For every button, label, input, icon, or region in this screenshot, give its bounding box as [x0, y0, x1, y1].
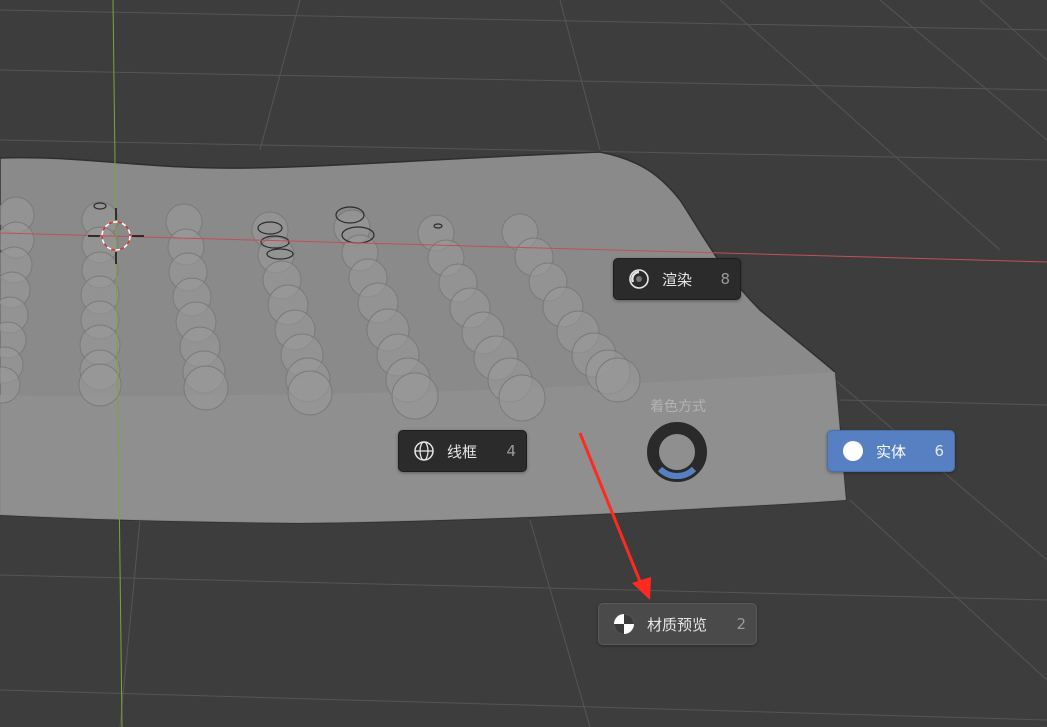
pie-item-hotkey: 4: [506, 442, 516, 460]
wireframe-globe-icon: [413, 440, 435, 462]
pie-item-label: 线框: [447, 442, 478, 461]
pie-item-material-preview[interactable]: 材质预览 2: [598, 603, 757, 645]
pie-item-label: 实体: [876, 442, 907, 461]
pie-item-hotkey: 2: [736, 615, 746, 633]
pie-item-label: 渲染: [662, 270, 693, 289]
pie-direction-ring: [647, 422, 707, 482]
pie-item-rendered[interactable]: 渲染 8: [613, 258, 741, 300]
pie-item-solid[interactable]: 实体 6: [827, 430, 955, 472]
pie-item-wireframe[interactable]: 线框 4: [398, 430, 527, 472]
rendered-sphere-icon: [628, 268, 650, 290]
3d-viewport[interactable]: 着色方式 渲染 8 线框 4 实体 6 材质预览 2: [0, 0, 1047, 727]
viewport-scene: [0, 0, 1047, 727]
pie-menu-title: 着色方式: [650, 399, 706, 415]
pie-item-hotkey: 8: [720, 270, 730, 288]
material-preview-sphere-icon: [613, 613, 635, 635]
solid-circle-icon: [842, 440, 864, 462]
pie-item-label: 材质预览: [647, 615, 708, 634]
pie-item-hotkey: 6: [934, 442, 944, 460]
